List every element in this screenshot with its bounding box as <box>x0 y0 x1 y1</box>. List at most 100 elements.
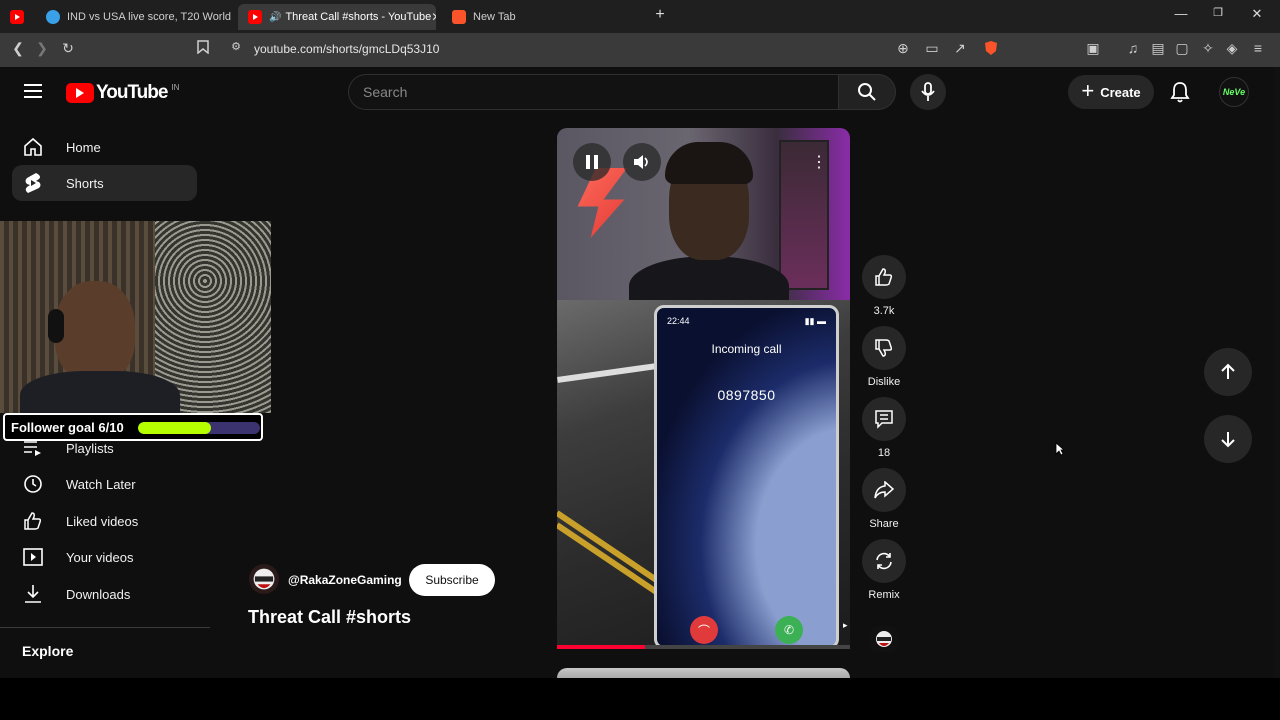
browser-menu-icon[interactable]: ≡ <box>1248 40 1268 56</box>
tab-title: Threat Call #shorts - YouTube <box>285 11 432 23</box>
comments-button[interactable] <box>862 397 906 441</box>
short-video-player[interactable]: ⋮ 22:44 ▮▮ ▬ Incoming call 0897850 ⌒ ✆ ▸ <box>557 128 850 649</box>
cursor-pointer-icon: ▸ <box>843 620 848 630</box>
comment-icon <box>875 410 893 429</box>
browser-tab-strip: IND vs USA live score, T20 World Cup 🔊 T… <box>0 0 1280 33</box>
tab-new-tab[interactable]: New Tab <box>442 4 647 30</box>
previous-short-button[interactable] <box>1204 348 1252 396</box>
browser-toolbar: ❮ ❯ ↻ ⚙ youtube.com/shorts/gmcLDq53J10 ⊕… <box>0 33 1280 67</box>
next-short-preview[interactable] <box>557 668 850 678</box>
video-progress-fill <box>557 645 645 649</box>
search-box <box>348 74 838 110</box>
sidebar-item-label: Shorts <box>66 175 104 191</box>
arrow-down-icon <box>1221 432 1235 448</box>
like-action[interactable]: 3.7k <box>862 255 906 317</box>
pinned-tab-youtube[interactable] <box>0 4 36 30</box>
search-input[interactable] <box>349 75 838 109</box>
play-square-icon <box>22 546 44 568</box>
zoom-icon[interactable]: ⊕ <box>893 40 913 57</box>
road-marking <box>557 522 659 595</box>
like-button[interactable] <box>862 255 906 299</box>
tab-threat-call[interactable]: 🔊 Threat Call #shorts - YouTube ✕ <box>238 4 436 30</box>
dislike-button[interactable] <box>862 326 906 370</box>
shorts-icon <box>22 172 44 194</box>
cast-icon[interactable]: ▭ <box>922 40 942 57</box>
restore-icon[interactable]: ❐ <box>1206 6 1230 19</box>
streamer-head <box>55 281 135 381</box>
sidebar-item-home[interactable]: Home <box>12 129 197 165</box>
sidebar-item-watch-later[interactable]: Watch Later <box>12 466 197 502</box>
youtube-logo[interactable]: YouTube IN <box>66 82 179 104</box>
youtube-favicon-icon <box>248 10 262 24</box>
wallet-icon[interactable]: ▢ <box>1172 40 1192 57</box>
webcam-overlay <box>0 221 271 413</box>
remix-action[interactable]: Remix <box>862 539 906 601</box>
back-icon[interactable]: ❮ <box>8 40 28 57</box>
pause-button[interactable] <box>573 143 611 181</box>
clock-icon <box>22 473 44 495</box>
dislike-label: Dislike <box>867 376 901 388</box>
youtube-favicon-icon <box>10 10 24 24</box>
subscribe-button[interactable]: Subscribe <box>409 564 495 596</box>
creator-hair <box>665 142 753 184</box>
tab-ind-vs-usa[interactable]: IND vs USA live score, T20 World Cup <box>36 4 232 30</box>
voice-search-button[interactable] <box>910 74 946 110</box>
brave-favicon-icon <box>452 10 466 24</box>
sidebar-item-liked-videos[interactable]: Liked videos <box>12 503 197 539</box>
remix-button[interactable] <box>862 539 906 583</box>
comments-action[interactable]: 18 <box>862 397 906 459</box>
share-action[interactable]: Share <box>862 468 906 530</box>
sidebar-item-your-videos[interactable]: Your videos <box>12 539 197 575</box>
video-progress-bar[interactable] <box>557 645 850 649</box>
sidebar-toggle-icon[interactable]: ▤ <box>1148 40 1168 57</box>
speaker-icon: 🔊 <box>269 11 282 23</box>
window-close-icon[interactable]: ✕ <box>1245 6 1269 22</box>
reader-mode-icon[interactable]: ▣ <box>1083 40 1103 57</box>
next-short-button[interactable] <box>1204 415 1252 463</box>
sidebar-item-label: Home <box>66 139 101 155</box>
close-tab-icon[interactable]: ✕ <box>431 10 436 24</box>
sidebar-item-label: Downloads <box>66 586 131 602</box>
remix-label: Remix <box>868 589 900 601</box>
download-icon <box>22 583 44 605</box>
share-button[interactable] <box>862 468 906 512</box>
short-title: Threat Call #shorts <box>248 607 412 627</box>
sidebar-item-downloads[interactable]: Downloads <box>12 576 197 612</box>
reload-icon[interactable]: ↻ <box>58 40 78 57</box>
media-icon[interactable]: ♫ <box>1123 40 1143 56</box>
volume-button[interactable] <box>623 143 661 181</box>
more-options-icon[interactable]: ⋮ <box>811 153 827 173</box>
sidebar-item-shorts[interactable]: Shorts <box>12 165 197 201</box>
phone-time: 22:44 <box>667 316 690 326</box>
sound-channel-avatar[interactable] <box>871 626 897 652</box>
account-avatar[interactable]: NeVe <box>1219 77 1249 107</box>
bookmark-icon[interactable] <box>193 40 213 57</box>
channel-handle[interactable]: @RakaZoneGaming <box>288 573 402 587</box>
hamburger-menu-icon[interactable] <box>24 84 42 98</box>
channel-avatar[interactable] <box>249 564 279 594</box>
remix-icon <box>876 552 892 570</box>
in-game-phone: 22:44 ▮▮ ▬ Incoming call 0897850 ⌒ ✆ <box>654 305 839 649</box>
sidebar-item-label: Your videos <box>66 549 134 565</box>
streamer-body <box>20 371 180 413</box>
search-button[interactable] <box>838 74 896 110</box>
site-settings-icon[interactable]: ⚙ <box>226 40 246 53</box>
notifications-bell-icon[interactable] <box>1170 81 1190 108</box>
comment-count: 18 <box>877 447 891 459</box>
country-code: IN <box>171 82 180 92</box>
thumbs-down-icon <box>875 339 893 357</box>
new-tab-plus-icon[interactable]: + <box>648 6 672 24</box>
share-page-icon[interactable]: ↗ <box>950 40 970 57</box>
dislike-action[interactable]: Dislike <box>862 326 906 388</box>
tab-title: New Tab <box>473 11 516 23</box>
minimize-icon[interactable]: — <box>1169 6 1193 21</box>
follower-goal-fill <box>138 422 212 434</box>
page-scrollbar[interactable] <box>1274 67 1280 678</box>
brave-shields-icon[interactable] <box>981 40 1001 59</box>
forward-icon[interactable]: ❯ <box>32 40 52 57</box>
thumbs-up-icon <box>22 510 44 532</box>
vpn-icon[interactable]: ◈ <box>1222 40 1242 57</box>
leo-ai-icon[interactable]: ✧ <box>1198 40 1218 57</box>
address-bar-url[interactable]: youtube.com/shorts/gmcLDq53J10 <box>254 42 439 56</box>
create-button[interactable]: + Create <box>1068 75 1154 109</box>
